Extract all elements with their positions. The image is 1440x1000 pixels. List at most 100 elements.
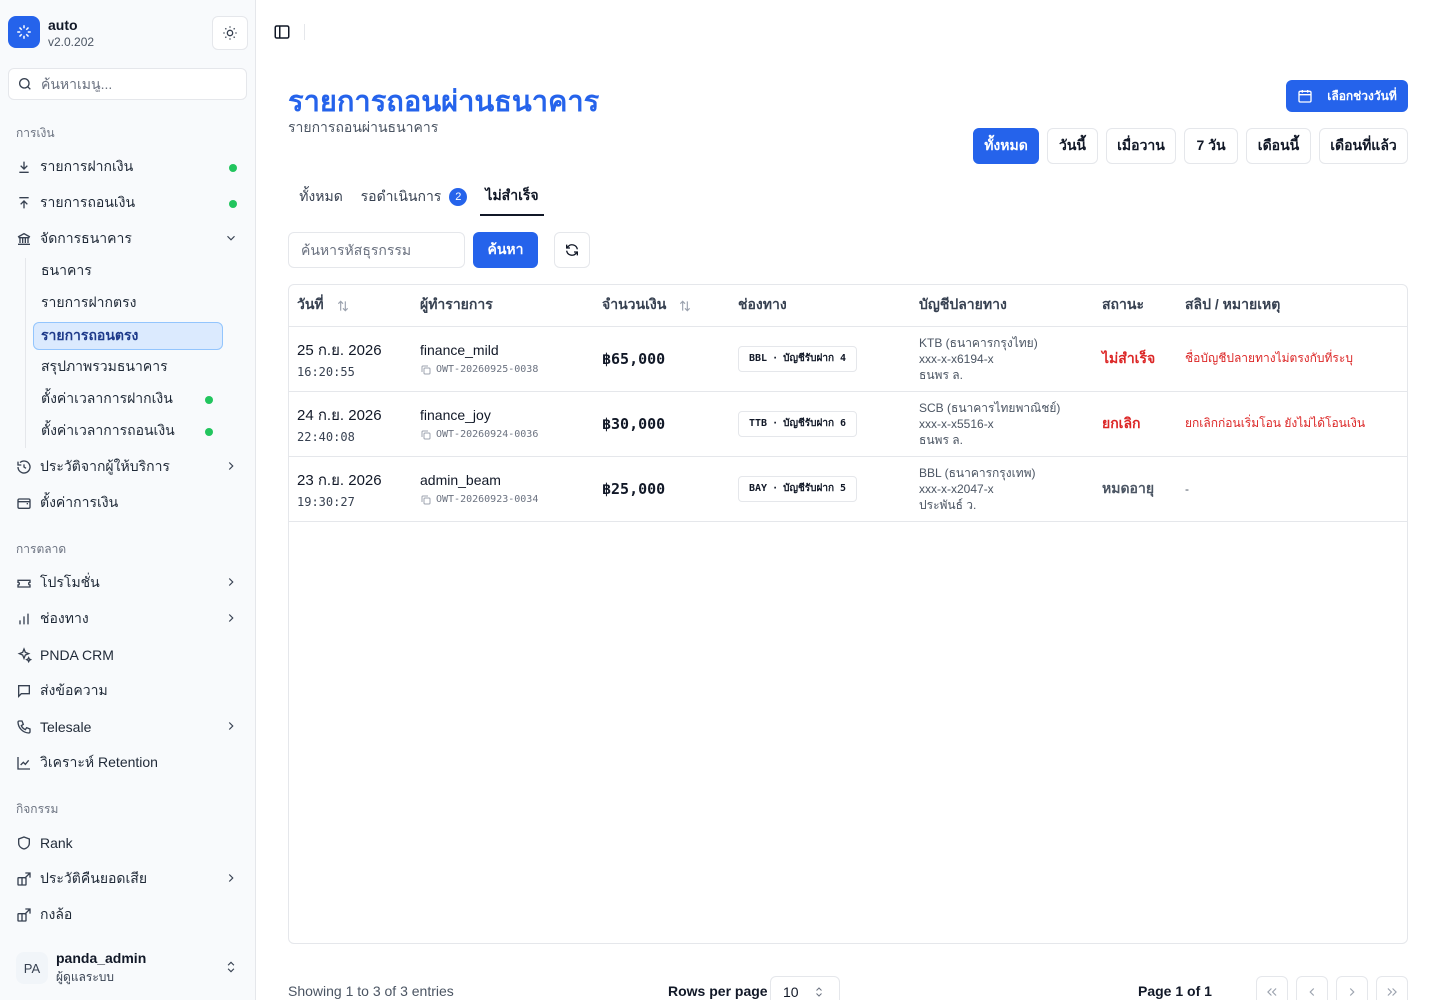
nav-withdrawals[interactable]: รายการถอนเงิน [16, 189, 240, 217]
sub-item-banks[interactable]: ธนาคาร [33, 257, 223, 285]
date-filter-7days[interactable]: 7 วัน [1184, 128, 1238, 164]
status-badge: หมดอายุ [1102, 479, 1155, 496]
copy-icon[interactable] [420, 364, 432, 376]
status-badge: ไม่สำเร็จ [1102, 349, 1156, 366]
refresh-button[interactable] [554, 232, 590, 268]
sun-icon [223, 26, 237, 40]
menu-search[interactable] [8, 68, 247, 100]
sub-item-direct-withdrawals[interactable]: รายการถอนตรง [33, 322, 223, 350]
page-subtitle: รายการถอนผ่านธนาคาร [288, 119, 439, 135]
date-filter-yesterday[interactable]: เมื่อวาน [1106, 128, 1176, 164]
cell-user: admin_beam OWT-20260923-0034 [412, 456, 594, 522]
nav-cashback[interactable]: ประวัติคืนยอดเสีย [16, 865, 240, 893]
rows-per-page-select[interactable]: 10 [770, 976, 840, 1000]
copy-icon[interactable] [420, 494, 432, 506]
row-date: 25 ก.ย. 2026 [297, 342, 382, 359]
chevron-right-icon [228, 462, 234, 470]
cell-user: finance_mild OWT-20260925-0038 [412, 326, 594, 392]
dest-bank: SCB (ธนาคารไทยพาณิชย์) [919, 400, 1061, 415]
row-transaction-id: OWT-20260925-0038 [420, 364, 594, 376]
header-divider [304, 24, 305, 40]
sub-item-bank-summary[interactable]: สรุปภาพรวมธนาคาร [33, 353, 223, 381]
nav-crm[interactable]: PNDA CRM [16, 641, 240, 669]
nav-telesale[interactable]: Telesale [16, 713, 240, 741]
nav-promotions-label: โปรโมชั่น [40, 574, 100, 590]
nav-messages-label: ส่งข้อความ [40, 682, 108, 698]
status-dot-withdrawals [229, 200, 237, 208]
row-transaction-id: OWT-20260924-0036 [420, 429, 594, 441]
tab-all[interactable]: ทั้งหมด [292, 178, 350, 216]
search-button[interactable]: ค้นหา [473, 232, 538, 268]
channel-bank: BBL [749, 353, 768, 364]
nav-wheel[interactable]: กงล้อ [16, 901, 240, 929]
row-date: 24 ก.ย. 2026 [297, 407, 382, 424]
first-page-button[interactable] [1256, 976, 1288, 1000]
sub-item-direct-deposits[interactable]: รายการฝากตรง [33, 289, 223, 317]
nav-cashback-label: ประวัติคืนยอดเสีย [40, 870, 148, 886]
chevron-left-icon [1309, 988, 1315, 996]
transaction-search-input[interactable] [288, 232, 465, 268]
app-version: v2.0.202 [48, 35, 95, 49]
table-row[interactable]: 25 ก.ย. 2026 16:20:55 finance_mild OWT-2… [289, 326, 1407, 392]
channel-badge: BBL · บัญชีรับฝาก 4 [738, 345, 858, 372]
column-header-amount[interactable]: จำนวนเงิน [594, 285, 730, 327]
last-page-button[interactable] [1376, 976, 1408, 1000]
nav-channels[interactable]: ช่องทาง [16, 605, 240, 633]
tab-pending-label: รอดำเนินการ [360, 188, 442, 204]
nav-retention[interactable]: วิเคราะห์ Retention [16, 749, 240, 777]
next-page-button[interactable] [1336, 976, 1368, 1000]
nav-deposits[interactable]: รายการฝากเงิน [16, 153, 240, 181]
table-row[interactable]: 24 ก.ย. 2026 22:40:08 finance_joy OWT-20… [289, 391, 1407, 457]
nav-wheel-label: กงล้อ [40, 906, 73, 922]
status-dot-deposit-time [205, 396, 213, 404]
date-filter-all[interactable]: ทั้งหมด [973, 128, 1039, 164]
table-row[interactable]: 23 ก.ย. 2026 19:30:27 admin_beam OWT-202… [289, 456, 1407, 522]
upload-icon [19, 197, 29, 209]
nav-promotions[interactable]: โปรโมชั่น [16, 569, 240, 597]
sub-item-withdraw-time[interactable]: ตั้งค่าเวลาการถอนเงิน [33, 417, 223, 445]
chevron-right-icon [228, 874, 234, 882]
app-logo-icon [8, 16, 40, 48]
user-menu[interactable]: PA panda_admin ผู้ดูแลระบบ [8, 944, 248, 990]
chevron-right-icon [228, 722, 234, 730]
row-note: ชื่อบัญชีปลายทางไม่ตรงกับที่ระบุ [1185, 351, 1353, 365]
sidebar-toggle-button[interactable] [272, 22, 292, 42]
cell-note: ชื่อบัญชีปลายทางไม่ตรงกับที่ระบุ [1177, 326, 1407, 392]
date-filter-today[interactable]: วันนี้ [1047, 128, 1098, 164]
nav-crm-label: PNDA CRM [40, 647, 114, 663]
date-filter-last-month[interactable]: เดือนที่แล้ว [1319, 128, 1408, 164]
rows-per-page-value: 10 [783, 984, 799, 1000]
tab-failed[interactable]: ไม่สำเร็จ [480, 178, 544, 216]
prev-page-button[interactable] [1296, 976, 1328, 1000]
cell-note: - [1177, 456, 1407, 522]
theme-toggle-button[interactable] [212, 16, 248, 50]
nav-rank[interactable]: Rank [16, 829, 240, 857]
sort-icon [680, 300, 691, 312]
date-range-button[interactable]: เลือกช่วงวันที่ [1286, 80, 1408, 112]
row-note: - [1185, 481, 1189, 496]
nav-finance-settings[interactable]: ตั้งค่าการเงิน [16, 489, 240, 517]
nav-messages[interactable]: ส่งข้อความ [16, 677, 240, 705]
row-time: 19:30:27 [297, 495, 355, 509]
menu-search-input[interactable] [41, 76, 231, 92]
dest-account: xxx-x-x6194-x [919, 351, 994, 366]
nav-withdrawals-label: รายการถอนเงิน [40, 194, 136, 210]
calendar-icon [1298, 90, 1312, 103]
wallet-icon [17, 498, 31, 509]
nav-bank-manage[interactable]: จัดการธนาคาร [16, 225, 240, 253]
sub-item-deposit-time[interactable]: ตั้งค่าเวลาการฝากเงิน [33, 385, 223, 413]
cell-status: หมดอายุ [1094, 456, 1177, 522]
column-header-note: สลิป / หมายเหตุ [1177, 285, 1407, 327]
user-name: panda_admin [56, 950, 147, 966]
copy-icon[interactable] [420, 429, 432, 441]
status-badge: ยกเลิก [1102, 414, 1141, 431]
dest-name: ธนพร ล. [919, 432, 963, 447]
search-icon [19, 78, 31, 90]
nav-deposits-label: รายการฝากเงิน [40, 158, 134, 174]
nav-provider-history[interactable]: ประวัติจากผู้ให้บริการ [16, 453, 240, 481]
nav-provider-history-label: ประวัติจากผู้ให้บริการ [40, 458, 170, 474]
tab-pending[interactable]: รอดำเนินการ 2 [360, 178, 468, 216]
date-filter-this-month[interactable]: เดือนนี้ [1246, 128, 1311, 164]
chevron-up-down-icon [815, 987, 822, 997]
column-header-date[interactable]: วันที่ [289, 285, 412, 327]
